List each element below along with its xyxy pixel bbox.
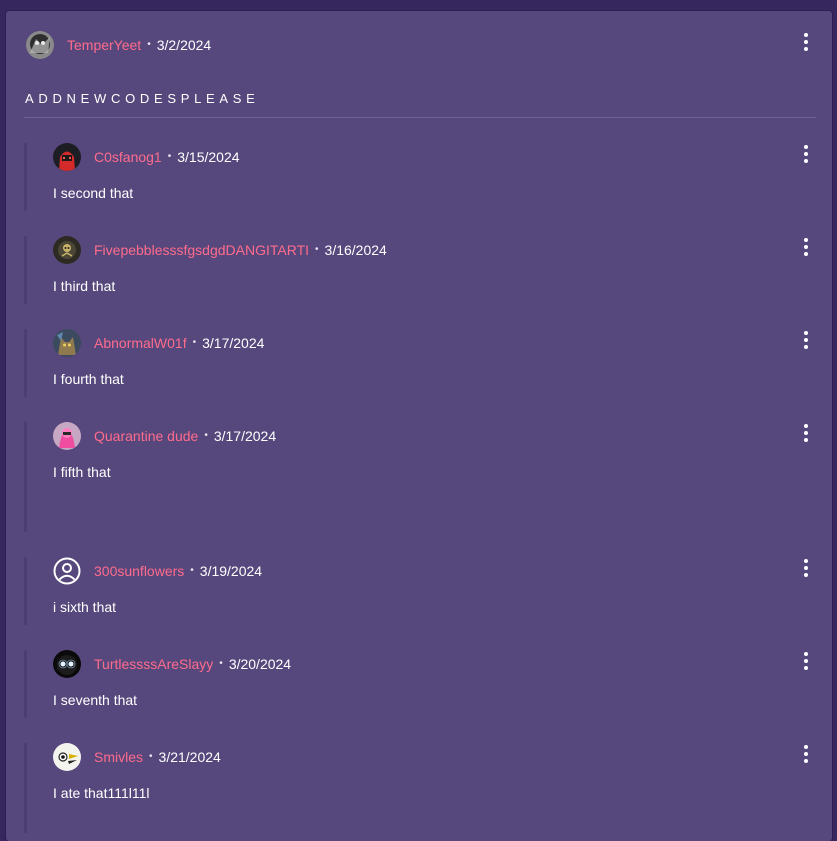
reply-username[interactable]: 300sunflowers: [94, 564, 184, 578]
avatar[interactable]: [53, 329, 81, 357]
post-username[interactable]: TemperYeet: [67, 38, 141, 52]
reply-username[interactable]: TurtlessssAreSlayy: [94, 657, 213, 671]
reply-item: AbnormalW01f • 3/17/2024 I fourth that: [24, 329, 816, 399]
separator-dot: •: [192, 337, 197, 348]
separator-dot: •: [149, 751, 153, 762]
reply-date: 3/19/2024: [199, 563, 263, 579]
reply-date: 3/17/2024: [202, 335, 265, 351]
reply-username[interactable]: Smivles: [94, 750, 143, 764]
dark-creature-avatar-icon: [53, 236, 81, 264]
reply-body: I fourth that: [53, 371, 124, 387]
post-body: ADDNEWCODESPLEASE: [25, 91, 260, 106]
reply-username[interactable]: Quarantine dude: [94, 429, 198, 443]
separator-dot: •: [315, 244, 319, 255]
avatar[interactable]: [53, 650, 81, 678]
reply-body: I fifth that: [53, 464, 111, 480]
reply-date: 3/20/2024: [228, 656, 292, 672]
reply-item: Smivles • 3/21/2024 I ate that111l11l: [24, 743, 816, 833]
reply-username[interactable]: AbnormalW01f: [94, 336, 187, 350]
reply-username[interactable]: FivepebblesssfgsdgdDANGITARTI: [94, 243, 309, 257]
separator-dot: •: [204, 430, 208, 441]
reply-date: 3/16/2024: [324, 242, 387, 258]
comment-thread-card: TemperYeet • 3/2/2024 ADDNEWCODESPLEASE …: [6, 11, 832, 841]
reply-more-menu-icon[interactable]: [798, 559, 814, 577]
post-header: TemperYeet • 3/2/2024: [26, 31, 211, 59]
reply-date: 3/15/2024: [177, 149, 240, 165]
reply-more-menu-icon[interactable]: [798, 652, 814, 670]
gorilla-avatar-icon: [26, 31, 54, 59]
glowing-eyes-avatar-icon: [53, 650, 81, 678]
reply-more-menu-icon[interactable]: [798, 424, 814, 442]
divider: [24, 117, 816, 118]
avatar[interactable]: [53, 236, 81, 264]
reply-rail: [24, 143, 27, 211]
reply-body: I second that: [53, 185, 134, 201]
wolf-avatar-icon: [53, 329, 81, 357]
post-more-menu-icon[interactable]: [798, 33, 814, 51]
separator-dot: •: [219, 658, 223, 669]
reply-item: FivepebblesssfgsdgdDANGITARTI • 3/16/202…: [24, 236, 816, 306]
red-hooded-avatar-icon: [53, 143, 81, 171]
reply-more-menu-icon[interactable]: [798, 745, 814, 763]
reply-rail: [24, 422, 27, 532]
reply-date: 3/21/2024: [158, 749, 221, 765]
separator-dot: •: [147, 39, 151, 50]
reply-body: i sixth that: [53, 599, 117, 615]
reply-rail: [24, 743, 27, 833]
reply-item: Quarantine dude • 3/17/2024 I fifth that: [24, 422, 816, 532]
reply-body: I ate that111l11l: [53, 785, 150, 801]
separator-dot: •: [167, 151, 172, 162]
default-user-icon: [53, 557, 81, 585]
reply-more-menu-icon[interactable]: [798, 238, 814, 256]
avatar[interactable]: [53, 422, 81, 450]
reply-rail: [24, 650, 27, 718]
avatar[interactable]: [53, 557, 81, 585]
avatar[interactable]: [26, 31, 54, 59]
reply-more-menu-icon[interactable]: [798, 145, 814, 163]
reply-item: TurtlessssAreSlayy • 3/20/2024 I seventh…: [24, 650, 816, 720]
reply-date: 3/17/2024: [213, 428, 277, 444]
reply-item: 300sunflowers • 3/19/2024 i sixth that: [24, 557, 816, 627]
avatar[interactable]: [53, 143, 81, 171]
reply-username[interactable]: C0sfanog1: [94, 150, 162, 164]
post-date: 3/2/2024: [156, 37, 212, 53]
reply-item: C0sfanog1 • 3/15/2024 I second that: [24, 143, 816, 213]
pink-character-avatar-icon: [53, 422, 81, 450]
reply-body: I third that: [53, 278, 116, 294]
bird-avatar-icon: [53, 743, 81, 771]
reply-rail: [24, 557, 27, 625]
reply-rail: [24, 329, 27, 397]
avatar[interactable]: [53, 743, 81, 771]
reply-body: I seventh that: [53, 692, 138, 708]
separator-dot: •: [190, 565, 194, 576]
reply-more-menu-icon[interactable]: [798, 331, 814, 349]
reply-rail: [24, 236, 27, 304]
